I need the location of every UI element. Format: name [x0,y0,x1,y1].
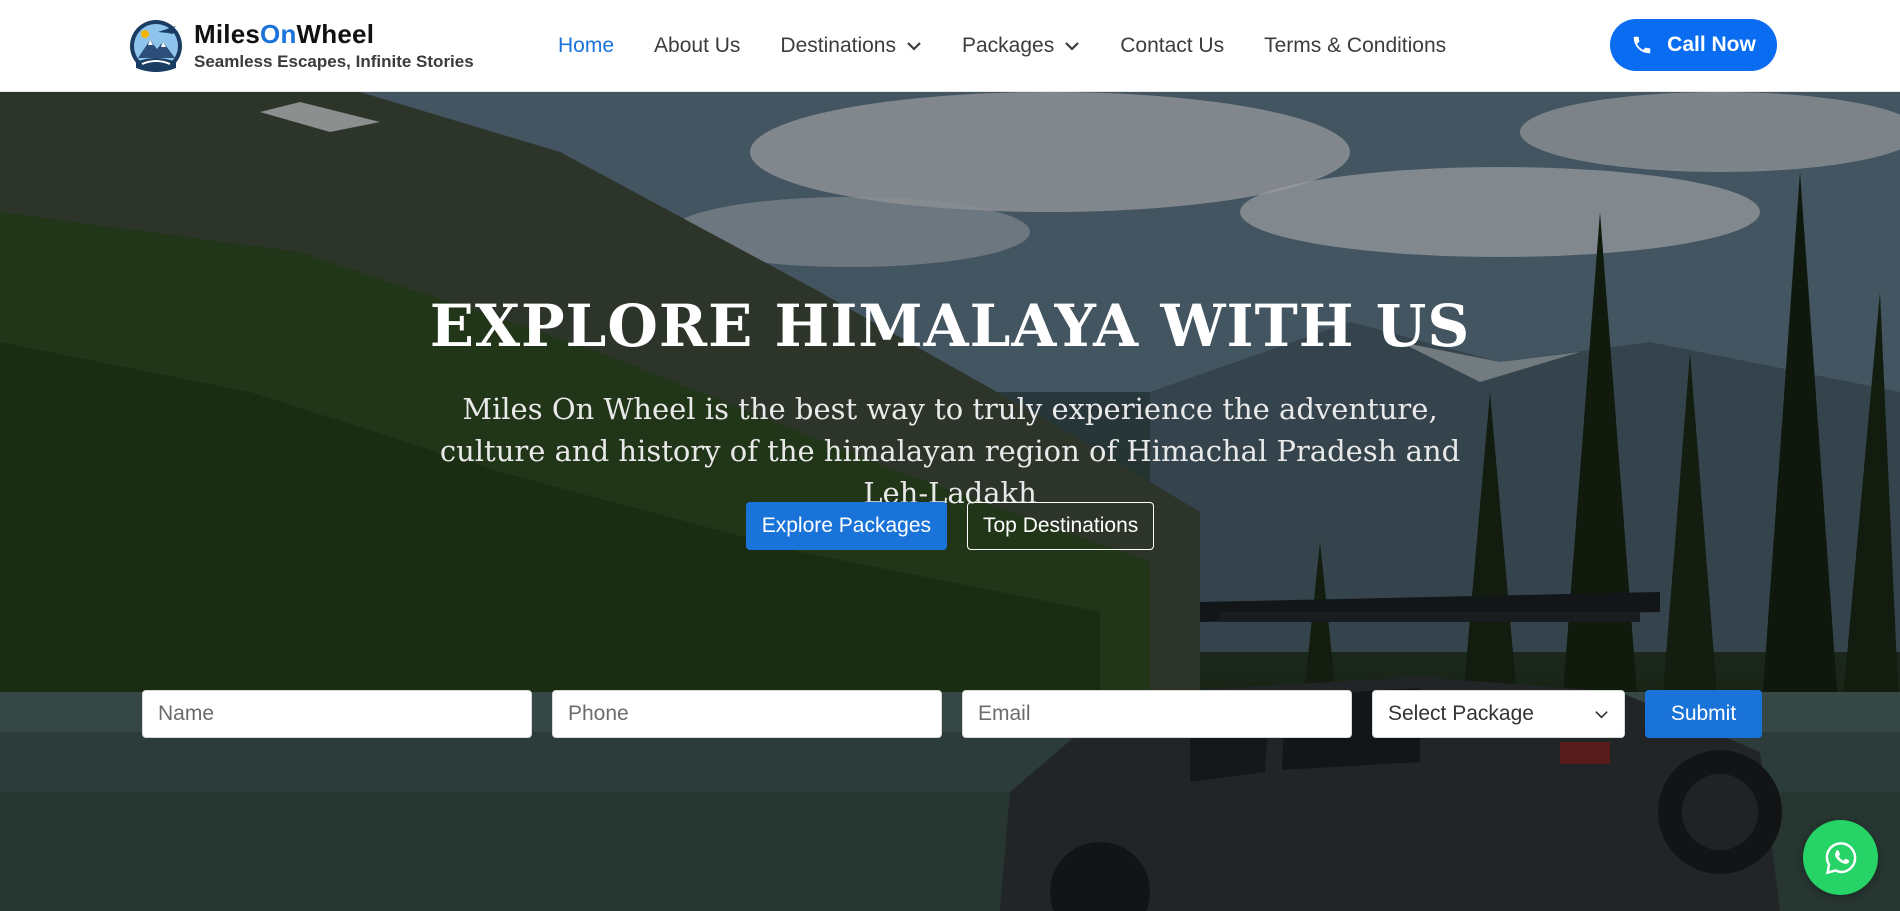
phone-icon [1633,36,1651,54]
package-select-value: Select Package [1388,702,1534,725]
nav-destinations[interactable]: Destinations [780,34,922,58]
chevron-down-icon [907,42,921,51]
nav-packages[interactable]: Packages [962,34,1080,58]
name-input[interactable] [142,690,532,738]
enquiry-form: Select Package Submit [142,690,1762,738]
email-input[interactable] [962,690,1352,738]
phone-input[interactable] [552,690,942,738]
mountain-plane-logo-icon [130,20,182,72]
site-header: MilesOnWheel Seamless Escapes, Infinite … [0,0,1900,92]
hero-section: EXPLORE HIMALAYA WITH US Miles On Wheel … [0,92,1900,911]
nav-about-us[interactable]: About Us [654,34,740,58]
main-nav: Home About Us Destinations Packages Cont… [558,0,1486,92]
whatsapp-button[interactable] [1803,820,1878,895]
brand-logo-link[interactable]: MilesOnWheel Seamless Escapes, Infinite … [128,18,474,74]
call-now-button[interactable]: Call Now [1610,19,1777,71]
brand-tagline: Seamless Escapes, Infinite Stories [194,52,474,71]
hero-buttons: Explore Packages Top Destinations [0,502,1900,550]
nav-contact-us[interactable]: Contact Us [1120,34,1224,58]
call-now-label: Call Now [1667,33,1756,56]
chevron-down-icon [1065,42,1079,51]
chevron-down-icon [1595,710,1608,719]
top-destinations-button[interactable]: Top Destinations [967,502,1155,550]
package-select[interactable]: Select Package [1372,690,1625,738]
brand-name: MilesOnWheel [194,19,375,49]
hero-title: EXPLORE HIMALAYA WITH US [429,292,1471,360]
submit-button[interactable]: Submit [1645,690,1762,738]
hero-subtitle: Miles On Wheel is the best way to truly … [439,392,1461,510]
whatsapp-icon [1825,841,1856,874]
nav-terms-conditions[interactable]: Terms & Conditions [1264,34,1446,58]
explore-packages-button[interactable]: Explore Packages [745,502,947,550]
nav-home[interactable]: Home [558,34,614,58]
